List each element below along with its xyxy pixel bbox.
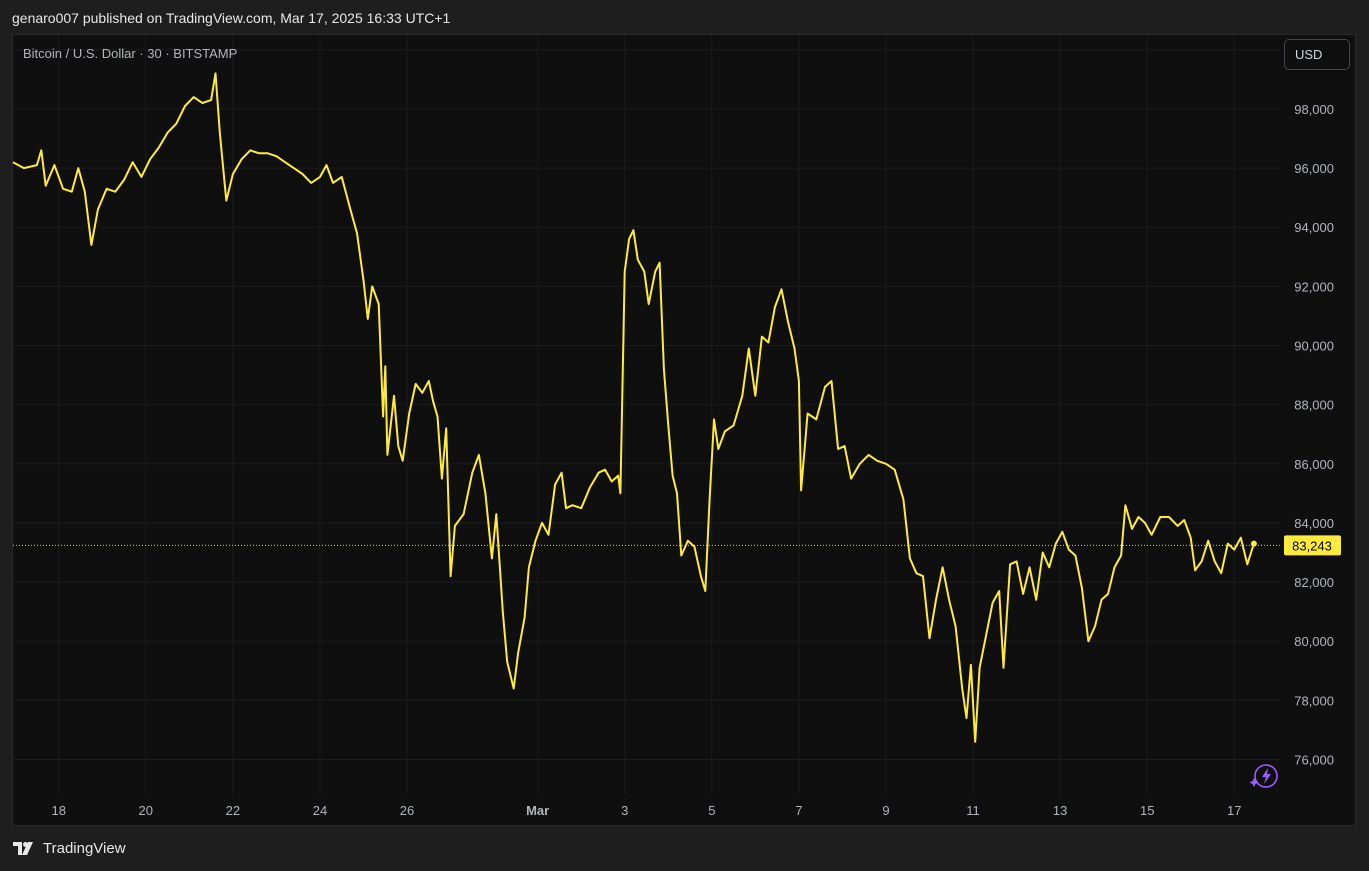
x-tick-label: 9 — [882, 803, 889, 818]
y-tick-label: 80,000 — [1294, 634, 1334, 649]
y-tick-label: 88,000 — [1294, 398, 1334, 413]
y-axis: 100,00098,00096,00094,00092,00090,00088,… — [1284, 43, 1341, 768]
y-tick-label: 98,000 — [1294, 102, 1334, 117]
y-tick-label: 94,000 — [1294, 220, 1334, 235]
y-tick-label: 78,000 — [1294, 693, 1334, 708]
x-tick-label: 7 — [795, 803, 802, 818]
x-tick-label: 17 — [1227, 803, 1241, 818]
last-price-label: 83,243 — [1292, 538, 1332, 553]
x-tick-label: 3 — [621, 803, 628, 818]
grid-lines — [13, 35, 1280, 795]
brand-label: TradingView — [43, 840, 126, 857]
y-tick-label: 90,000 — [1294, 339, 1334, 354]
x-tick-label: 13 — [1053, 803, 1067, 818]
x-tick-label: 5 — [708, 803, 715, 818]
x-tick-label: 24 — [313, 803, 327, 818]
last-price-dot — [1250, 540, 1257, 547]
tradingview-logo-icon — [13, 841, 33, 855]
x-tick-label: 26 — [400, 803, 414, 818]
x-tick-label: 20 — [139, 803, 153, 818]
chart-canvas[interactable]: 100,00098,00096,00094,00092,00090,00088,… — [0, 0, 1369, 871]
sparkle-lightning-icon[interactable] — [1249, 764, 1278, 788]
x-tick-label: 22 — [226, 803, 240, 818]
y-tick-label: 96,000 — [1294, 161, 1334, 176]
x-tick-label: 11 — [966, 803, 980, 818]
currency-button[interactable]: USD — [1284, 39, 1350, 70]
footer-brand[interactable]: TradingView — [13, 840, 126, 857]
x-tick-label: 18 — [51, 803, 65, 818]
symbol-label[interactable]: Bitcoin / U.S. Dollar · 30 · BITSTAMP — [23, 46, 237, 61]
y-tick-label: 82,000 — [1294, 575, 1334, 590]
x-tick-label: Mar — [526, 803, 549, 818]
y-tick-label: 86,000 — [1294, 457, 1334, 472]
y-tick-label: 84,000 — [1294, 516, 1334, 531]
y-tick-label: 92,000 — [1294, 279, 1334, 294]
y-tick-label: 76,000 — [1294, 753, 1334, 768]
x-axis: 18 20 22 24 26 Mar 3 5 7 9 11 13 15 17 — [51, 803, 1241, 818]
x-tick-label: 15 — [1140, 803, 1154, 818]
last-price-tag: 83,243 — [1284, 535, 1341, 556]
